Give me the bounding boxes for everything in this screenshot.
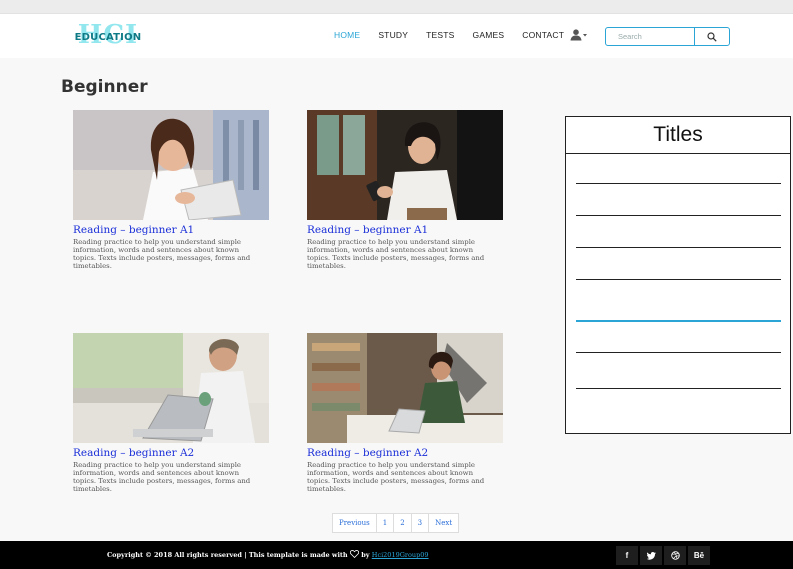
sidebar-title-slot[interactable] <box>576 247 781 248</box>
card-title[interactable]: Reading – beginner A1 <box>307 224 503 236</box>
sidebar-title-slot[interactable] <box>576 183 781 184</box>
nav-contact[interactable]: CONTACT <box>522 30 564 44</box>
behance-icon[interactable]: Bē <box>688 546 710 565</box>
titles-sidebar: Titles <box>565 116 791 434</box>
copyright-text: Copyright © 2018 All rights reserved | T… <box>107 550 429 559</box>
search-input[interactable] <box>606 28 694 45</box>
copyright-label: Copyright © 2018 All rights reserved | T… <box>107 551 348 559</box>
pagination-next[interactable]: Next <box>429 514 458 532</box>
pagination-previous[interactable]: Previous <box>333 514 377 532</box>
site-header: HCI EDUCATION HOME STUDY TESTS GAMES CON… <box>0 14 793 58</box>
card-title[interactable]: Reading – beginner A1 <box>73 224 269 236</box>
pagination-page-3[interactable]: 3 <box>412 514 430 532</box>
site-logo[interactable]: HCI EDUCATION <box>70 21 146 49</box>
window-top-strip <box>0 0 793 14</box>
course-card: Reading – beginner A2 Reading practice t… <box>73 333 269 494</box>
nav-games[interactable]: GAMES <box>473 30 505 44</box>
pagination-page-2[interactable]: 2 <box>394 514 412 532</box>
main-nav: HOME STUDY TESTS GAMES CONTACT <box>334 30 582 44</box>
search-box <box>605 27 730 46</box>
sidebar-title-slot-selected[interactable] <box>576 320 781 322</box>
site-footer: Copyright © 2018 All rights reserved | T… <box>0 541 793 569</box>
sidebar-heading: Titles <box>566 117 790 154</box>
sidebar-title-slot[interactable] <box>576 215 781 216</box>
logo-subtext: EDUCATION <box>74 32 142 43</box>
card-title[interactable]: Reading – beginner A2 <box>307 447 503 459</box>
author-link[interactable]: Hci2019Group09 <box>372 551 429 559</box>
heart-icon <box>349 550 360 559</box>
card-title[interactable]: Reading – beginner A2 <box>73 447 269 459</box>
pagination: Previous 1 2 3 Next <box>332 513 460 533</box>
card-image-woman-phone[interactable] <box>307 110 503 220</box>
sidebar-title-slot[interactable] <box>576 388 781 389</box>
search-button[interactable] <box>694 28 729 45</box>
page-title: Beginner <box>61 77 148 97</box>
search-icon <box>707 31 717 42</box>
card-description: Reading practice to help you understand … <box>307 238 485 270</box>
course-card: Reading – beginner A2 Reading practice t… <box>307 333 503 494</box>
course-card: Reading – beginner A1 Reading practice t… <box>73 110 269 271</box>
nav-tests[interactable]: TESTS <box>426 30 454 44</box>
card-description: Reading practice to help you understand … <box>73 461 251 493</box>
card-description: Reading practice to help you understand … <box>307 461 485 493</box>
course-card: Reading – beginner A1 Reading practice t… <box>307 110 503 271</box>
twitter-icon[interactable] <box>640 546 662 565</box>
social-links: f Bē <box>616 546 712 565</box>
card-image-woman-desk[interactable] <box>307 333 503 443</box>
card-image-man-laptop[interactable] <box>73 333 269 443</box>
pagination-page-1[interactable]: 1 <box>377 514 395 532</box>
facebook-icon[interactable]: f <box>616 546 638 565</box>
sidebar-title-slot[interactable] <box>576 279 781 280</box>
by-label: by <box>361 551 370 559</box>
nav-study[interactable]: STUDY <box>378 30 408 44</box>
nav-home[interactable]: HOME <box>334 30 360 44</box>
user-dropdown-icon[interactable] <box>570 28 588 41</box>
card-description: Reading practice to help you understand … <box>73 238 251 270</box>
card-image-woman-tablet[interactable] <box>73 110 269 220</box>
sidebar-title-slot[interactable] <box>576 352 781 353</box>
dribbble-icon[interactable] <box>664 546 686 565</box>
